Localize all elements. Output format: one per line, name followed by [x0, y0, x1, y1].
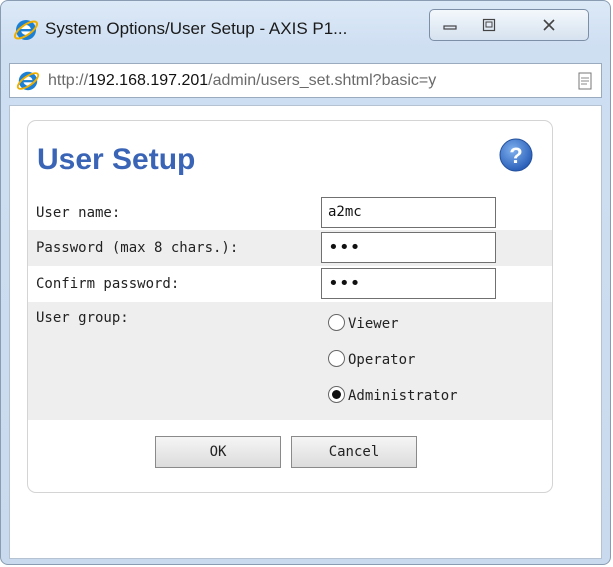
radio-viewer-button[interactable]: [328, 314, 345, 331]
maximize-icon: [482, 18, 496, 32]
confirm-password-label: Confirm password:: [36, 276, 180, 292]
page-title: User Setup: [37, 143, 196, 176]
url-path: /admin/users_set.shtml?basic=y: [208, 72, 437, 89]
radio-viewer-label: Viewer: [348, 316, 399, 332]
password-label: Password (max 8 chars.):: [36, 240, 239, 256]
minimize-icon: [442, 25, 457, 30]
window-title: System Options/User Setup - AXIS P1...: [45, 19, 348, 38]
radio-operator-button[interactable]: [328, 350, 345, 367]
svg-text:?: ?: [509, 143, 522, 168]
url-host: 192.168.197.201: [88, 72, 209, 89]
page-content: User Setup ? User name: a2mc Password (m…: [9, 105, 602, 559]
page-icon[interactable]: [577, 72, 593, 90]
user-group-row: User group: Viewer Operator Administrato…: [28, 302, 552, 420]
user-setup-panel: User Setup ? User name: a2mc Password (m…: [27, 120, 553, 493]
user-name-label: User name:: [36, 205, 121, 221]
ok-button[interactable]: OK: [155, 436, 281, 468]
password-input[interactable]: •••: [321, 232, 496, 263]
url-text[interactable]: http://192.168.197.201/admin/users_set.s…: [48, 72, 436, 90]
internet-explorer-icon: [16, 71, 40, 91]
close-icon: [542, 19, 555, 31]
help-icon[interactable]: ?: [498, 137, 534, 173]
radio-administrator-button[interactable]: [328, 386, 345, 403]
address-bar[interactable]: http://192.168.197.201/admin/users_set.s…: [9, 63, 602, 98]
minimize-button[interactable]: [429, 9, 470, 41]
radio-operator[interactable]: Operator: [328, 350, 415, 368]
internet-explorer-icon: [13, 20, 39, 40]
radio-operator-label: Operator: [348, 352, 416, 368]
close-button[interactable]: [509, 9, 589, 41]
title-bar[interactable]: System Options/User Setup - AXIS P1...: [1, 1, 610, 59]
radio-viewer[interactable]: Viewer: [328, 314, 399, 332]
radio-administrator[interactable]: Administrator: [328, 386, 458, 404]
confirm-password-input[interactable]: •••: [321, 268, 496, 299]
user-group-label: User group:: [36, 310, 129, 326]
maximize-button[interactable]: [469, 9, 510, 41]
user-name-row: User name: a2mc: [28, 195, 552, 230]
radio-administrator-label: Administrator: [348, 388, 458, 404]
user-name-input[interactable]: a2mc: [321, 197, 496, 228]
cancel-button[interactable]: Cancel: [291, 436, 417, 468]
password-row: Password (max 8 chars.): •••: [28, 230, 552, 266]
browser-window: System Options/User Setup - AXIS P1... h…: [0, 0, 611, 565]
confirm-password-row: Confirm password: •••: [28, 266, 552, 302]
url-prefix: http://: [48, 72, 89, 89]
